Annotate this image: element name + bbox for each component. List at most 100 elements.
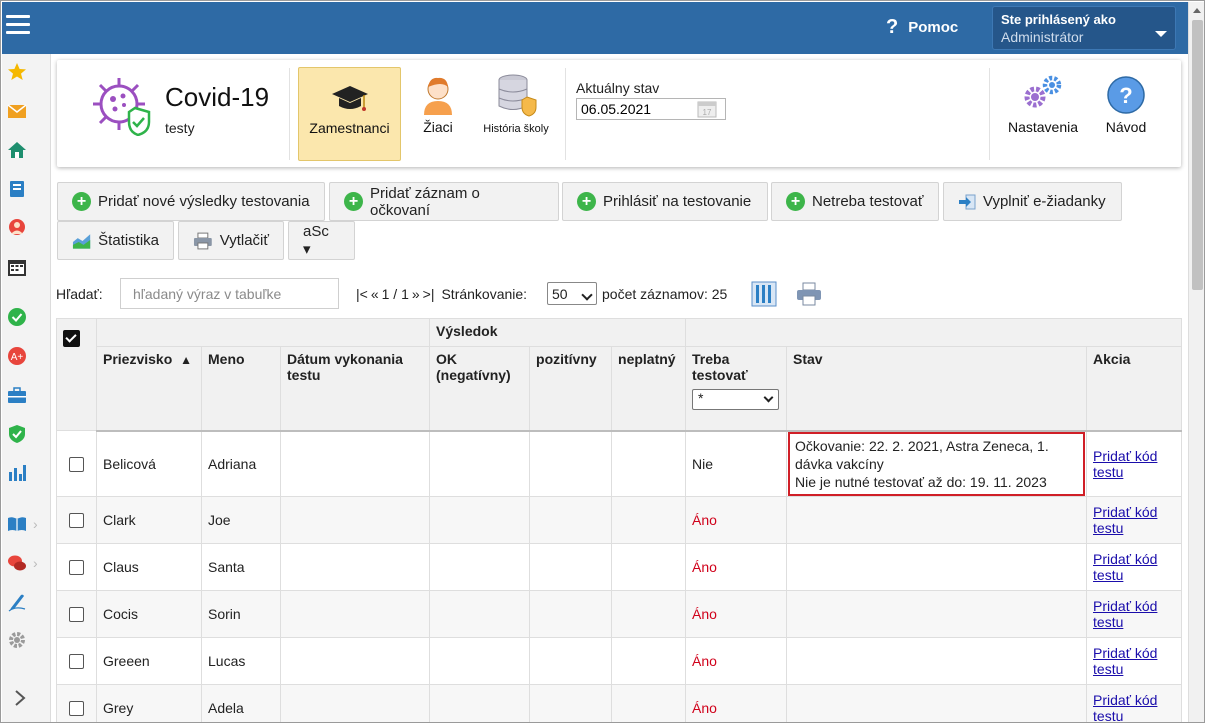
app-window: ? Pomoc Ste prihlásený ako Administrátor… xyxy=(0,0,1205,723)
guide-button[interactable]: ? Návod xyxy=(1097,67,1155,161)
col-state[interactable]: Stav xyxy=(786,346,1088,432)
chat-icon[interactable] xyxy=(7,553,27,573)
area-chart-icon xyxy=(72,233,91,249)
svg-text:?: ? xyxy=(1119,83,1132,108)
cell-need-testing: Nie xyxy=(685,430,788,497)
fill-e-requests-button[interactable]: Vyplniť e-žiadanky xyxy=(943,182,1122,221)
gear-icon[interactable] xyxy=(7,630,27,650)
chevron-down-icon xyxy=(581,289,593,301)
home-icon[interactable] xyxy=(7,140,27,160)
header-spacer xyxy=(685,318,1183,347)
button-label: Štatistika xyxy=(98,232,159,249)
col-ok[interactable]: OK (negatívny) xyxy=(429,346,531,432)
module-zamestnanci[interactable]: Zamestnanci xyxy=(298,67,401,161)
button-label: Netreba testovať xyxy=(812,193,924,210)
module-ziaci[interactable]: Žiaci xyxy=(407,67,469,161)
col-need-testing-label: Treba testovať xyxy=(692,351,748,383)
user-menu-caption: Ste prihlásený ako xyxy=(1001,12,1116,27)
cell-state xyxy=(786,636,1088,685)
select-all-checkbox[interactable] xyxy=(63,329,80,347)
mail-icon[interactable] xyxy=(7,101,27,121)
calendar-icon[interactable]: 17 xyxy=(697,100,717,118)
star-icon[interactable] xyxy=(7,62,27,82)
scroll-up-icon[interactable] xyxy=(1193,8,1201,13)
printer-icon[interactable] xyxy=(796,282,822,306)
person-icon[interactable] xyxy=(7,218,27,238)
register-testing-button[interactable]: + Prihlásiť na testovanie xyxy=(562,182,768,221)
check-circle-icon[interactable] xyxy=(7,307,27,327)
table-row: Clark Joe Áno Pridať kód testu xyxy=(56,495,1183,544)
pencil-icon[interactable] xyxy=(7,592,27,612)
search-input[interactable] xyxy=(120,278,339,309)
first-page-link[interactable]: |< xyxy=(356,286,368,302)
question-mark-icon: ? xyxy=(886,16,899,38)
add-test-code-link[interactable]: Pridať kód testu xyxy=(1093,504,1157,536)
book-icon[interactable] xyxy=(7,514,27,534)
row-select-cell xyxy=(56,430,97,497)
row-select-cell xyxy=(56,636,97,685)
cell-surname: Cocis xyxy=(96,589,202,638)
row-select-cell xyxy=(56,495,97,544)
cell-ok xyxy=(429,542,531,591)
col-positive[interactable]: pozitívny xyxy=(529,346,613,432)
grade-icon[interactable]: A+ xyxy=(7,346,27,366)
chevron-right-icon[interactable]: › xyxy=(33,555,38,571)
briefcase-icon[interactable] xyxy=(7,385,27,405)
statistics-button[interactable]: Štatistika xyxy=(57,221,174,260)
plus-icon: + xyxy=(344,192,363,211)
current-state-label: Aktuálny stav xyxy=(576,80,660,96)
print-button[interactable]: Vytlačiť xyxy=(178,221,284,260)
help-button[interactable]: ? Pomoc xyxy=(886,16,958,39)
cell-date xyxy=(279,589,431,638)
cell-invalid xyxy=(611,430,687,497)
add-test-code-link[interactable]: Pridať kód testu xyxy=(1093,448,1157,480)
scrollbar-thumb[interactable] xyxy=(1192,20,1203,290)
cell-action: Pridať kód testu xyxy=(1086,542,1183,591)
col-invalid[interactable]: neplatný xyxy=(611,346,687,432)
user-menu[interactable]: Ste prihlásený ako Administrátor xyxy=(992,6,1176,50)
cell-ok xyxy=(429,430,531,497)
add-vaccination-button[interactable]: + Pridať záznam o očkovaní xyxy=(329,182,559,221)
row-checkbox[interactable] xyxy=(69,653,84,669)
expand-chevron-icon[interactable] xyxy=(10,688,30,708)
bar-chart-icon[interactable] xyxy=(7,463,27,483)
add-test-code-link[interactable]: Pridať kód testu xyxy=(1093,692,1157,723)
add-test-code-link[interactable]: Pridať kód testu xyxy=(1093,645,1157,677)
row-checkbox[interactable] xyxy=(69,512,84,528)
cell-action: Pridať kód testu xyxy=(1086,589,1183,638)
printer-icon xyxy=(193,232,212,249)
row-select-cell xyxy=(56,589,97,638)
col-name[interactable]: Meno xyxy=(201,346,281,432)
last-page-link[interactable]: >| xyxy=(423,286,435,302)
asc-menu-button[interactable]: aSc ▾ xyxy=(288,221,355,260)
col-date[interactable]: Dátum vykonania testu xyxy=(279,346,431,432)
chevron-right-icon[interactable]: › xyxy=(33,516,38,532)
row-checkbox[interactable] xyxy=(69,606,84,622)
col-action[interactable]: Akcia xyxy=(1086,346,1183,432)
page-size-select[interactable]: 50 xyxy=(547,282,597,305)
need-testing-filter[interactable]: * xyxy=(692,389,780,410)
column-layout-icon[interactable] xyxy=(751,281,777,307)
notebook-icon[interactable] xyxy=(7,179,27,199)
vertical-scrollbar[interactable] xyxy=(1188,2,1204,722)
calendar-icon[interactable] xyxy=(7,257,27,277)
cell-positive xyxy=(529,495,613,544)
add-test-code-link[interactable]: Pridať kód testu xyxy=(1093,551,1157,583)
module-historia-skoly[interactable]: História školy xyxy=(477,67,555,161)
plus-icon: + xyxy=(72,192,91,211)
row-checkbox[interactable] xyxy=(69,559,84,575)
col-need-testing[interactable]: Treba testovať * xyxy=(685,346,788,432)
sidebar: A+ › › xyxy=(2,54,51,722)
cell-action: Pridať kód testu xyxy=(1086,636,1183,685)
add-test-code-link[interactable]: Pridať kód testu xyxy=(1093,598,1157,630)
hamburger-menu-icon[interactable] xyxy=(6,15,30,37)
row-checkbox[interactable] xyxy=(69,700,84,716)
prev-page-link[interactable]: « xyxy=(371,286,379,302)
row-checkbox[interactable] xyxy=(69,456,84,472)
no-testing-needed-button[interactable]: + Netreba testovať xyxy=(771,182,939,221)
next-page-link[interactable]: » xyxy=(412,286,420,302)
col-surname[interactable]: Priezvisko ▲ xyxy=(96,346,202,432)
add-test-results-button[interactable]: + Pridať nové výsledky testovania xyxy=(57,182,325,221)
shield-check-icon[interactable] xyxy=(7,424,27,444)
settings-button[interactable]: Nastavenia xyxy=(1001,67,1085,161)
